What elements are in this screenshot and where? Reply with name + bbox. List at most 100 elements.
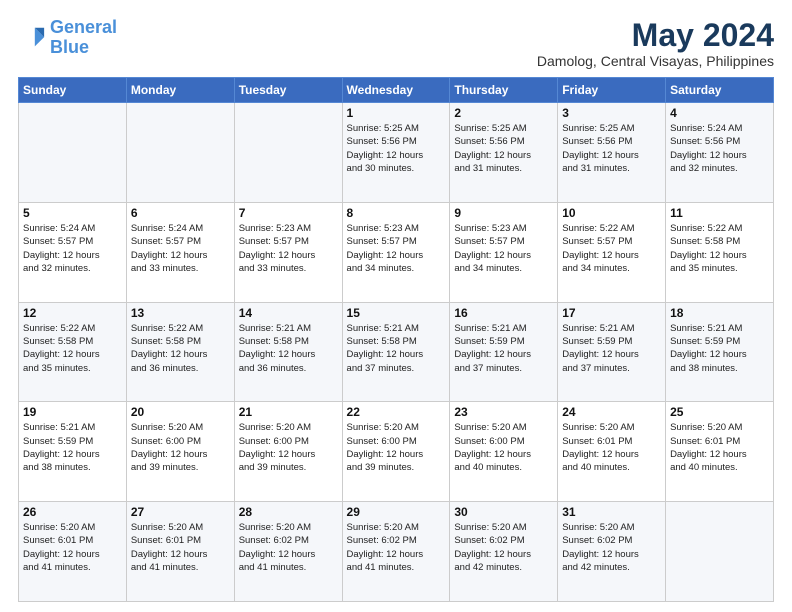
subtitle: Damolog, Central Visayas, Philippines <box>537 53 774 69</box>
calendar-cell: 15 Sunrise: 5:21 AMSunset: 5:58 PMDayligh… <box>342 302 450 402</box>
day-info: Sunrise: 5:20 AMSunset: 6:00 PMDaylight:… <box>347 421 446 474</box>
day-number: 22 <box>347 405 446 419</box>
calendar-week-row: 19 Sunrise: 5:21 AMSunset: 5:59 PMDayligh… <box>19 402 774 502</box>
day-number: 26 <box>23 505 122 519</box>
day-info: Sunrise: 5:23 AMSunset: 5:57 PMDaylight:… <box>347 222 446 275</box>
calendar-cell: 26 Sunrise: 5:20 AMSunset: 6:01 PMDayligh… <box>19 502 127 602</box>
day-number: 14 <box>239 306 338 320</box>
day-info: Sunrise: 5:25 AMSunset: 5:56 PMDaylight:… <box>562 122 661 175</box>
day-info: Sunrise: 5:20 AMSunset: 6:00 PMDaylight:… <box>454 421 553 474</box>
calendar-cell <box>126 103 234 203</box>
day-info: Sunrise: 5:23 AMSunset: 5:57 PMDaylight:… <box>454 222 553 275</box>
calendar-cell: 16Sunrise: 5:21 AMSunset: 5:59 PMDayligh… <box>450 302 558 402</box>
calendar-cell: 20Sunrise: 5:20 AMSunset: 6:00 PMDayligh… <box>126 402 234 502</box>
calendar-table: SundayMondayTuesdayWednesdayThursdayFrid… <box>18 77 774 602</box>
day-number: 28 <box>239 505 338 519</box>
calendar-cell: 29 Sunrise: 5:20 AMSunset: 6:02 PMDayligh… <box>342 502 450 602</box>
day-number: 5 <box>23 206 122 220</box>
day-number: 6 <box>131 206 230 220</box>
calendar-cell: 19 Sunrise: 5:21 AMSunset: 5:59 PMDayligh… <box>19 402 127 502</box>
calendar-week-row: 5 Sunrise: 5:24 AMSunset: 5:57 PMDaylight… <box>19 202 774 302</box>
logo: General Blue <box>18 18 117 58</box>
logo-line2: Blue <box>50 37 89 57</box>
day-info: Sunrise: 5:22 AMSunset: 5:57 PMDaylight:… <box>562 222 661 275</box>
day-info: Sunrise: 5:24 AMSunset: 5:57 PMDaylight:… <box>23 222 122 275</box>
day-info: Sunrise: 5:20 AMSunset: 6:02 PMDaylight:… <box>454 521 553 574</box>
day-number: 12 <box>23 306 122 320</box>
day-info: Sunrise: 5:21 AMSunset: 5:58 PMDaylight:… <box>347 322 446 375</box>
calendar-cell: 10Sunrise: 5:22 AMSunset: 5:57 PMDayligh… <box>558 202 666 302</box>
calendar-cell: 4 Sunrise: 5:24 AMSunset: 5:56 PMDaylight… <box>666 103 774 203</box>
calendar-cell <box>19 103 127 203</box>
day-number: 4 <box>670 106 769 120</box>
day-number: 21 <box>239 405 338 419</box>
calendar-cell: 3 Sunrise: 5:25 AMSunset: 5:56 PMDaylight… <box>558 103 666 203</box>
day-info: Sunrise: 5:24 AMSunset: 5:57 PMDaylight:… <box>131 222 230 275</box>
calendar-cell: 28Sunrise: 5:20 AMSunset: 6:02 PMDayligh… <box>234 502 342 602</box>
calendar-cell: 8 Sunrise: 5:23 AMSunset: 5:57 PMDaylight… <box>342 202 450 302</box>
header: General Blue May 2024 Damolog, Central V… <box>18 18 774 69</box>
day-info: Sunrise: 5:20 AMSunset: 6:02 PMDaylight:… <box>347 521 446 574</box>
day-number: 2 <box>454 106 553 120</box>
logo-text: General Blue <box>50 18 117 58</box>
logo-line1: General <box>50 17 117 37</box>
weekday-header-cell: Friday <box>558 78 666 103</box>
calendar-cell: 6 Sunrise: 5:24 AMSunset: 5:57 PMDaylight… <box>126 202 234 302</box>
calendar-cell <box>234 103 342 203</box>
calendar-cell: 1Sunrise: 5:25 AMSunset: 5:56 PMDaylight… <box>342 103 450 203</box>
day-number: 31 <box>562 505 661 519</box>
day-info: Sunrise: 5:21 AMSunset: 5:58 PMDaylight:… <box>239 322 338 375</box>
day-info: Sunrise: 5:25 AMSunset: 5:56 PMDaylight:… <box>454 122 553 175</box>
day-number: 3 <box>562 106 661 120</box>
day-number: 27 <box>131 505 230 519</box>
day-number: 9 <box>454 206 553 220</box>
calendar-cell: 31 Sunrise: 5:20 AMSunset: 6:02 PMDayligh… <box>558 502 666 602</box>
calendar-week-row: 26 Sunrise: 5:20 AMSunset: 6:01 PMDayligh… <box>19 502 774 602</box>
weekday-header-cell: Tuesday <box>234 78 342 103</box>
day-number: 8 <box>347 206 446 220</box>
calendar-cell: 17 Sunrise: 5:21 AMSunset: 5:59 PMDayligh… <box>558 302 666 402</box>
calendar-week-row: 12 Sunrise: 5:22 AMSunset: 5:58 PMDayligh… <box>19 302 774 402</box>
day-info: Sunrise: 5:20 AMSunset: 6:01 PMDaylight:… <box>131 521 230 574</box>
day-number: 15 <box>347 306 446 320</box>
calendar-cell <box>666 502 774 602</box>
calendar-cell: 21 Sunrise: 5:20 AMSunset: 6:00 PMDayligh… <box>234 402 342 502</box>
weekday-header-cell: Sunday <box>19 78 127 103</box>
day-number: 24 <box>562 405 661 419</box>
day-info: Sunrise: 5:22 AMSunset: 5:58 PMDaylight:… <box>670 222 769 275</box>
day-info: Sunrise: 5:24 AMSunset: 5:56 PMDaylight:… <box>670 122 769 175</box>
weekday-header-cell: Monday <box>126 78 234 103</box>
day-number: 29 <box>347 505 446 519</box>
day-info: Sunrise: 5:21 AMSunset: 5:59 PMDaylight:… <box>23 421 122 474</box>
day-info: Sunrise: 5:20 AMSunset: 6:00 PMDaylight:… <box>239 421 338 474</box>
calendar-cell: 14 Sunrise: 5:21 AMSunset: 5:58 PMDayligh… <box>234 302 342 402</box>
calendar-cell: 12 Sunrise: 5:22 AMSunset: 5:58 PMDayligh… <box>19 302 127 402</box>
day-info: Sunrise: 5:21 AMSunset: 5:59 PMDaylight:… <box>562 322 661 375</box>
day-info: Sunrise: 5:22 AMSunset: 5:58 PMDaylight:… <box>131 322 230 375</box>
calendar-cell: 7 Sunrise: 5:23 AMSunset: 5:57 PMDaylight… <box>234 202 342 302</box>
day-number: 30 <box>454 505 553 519</box>
calendar-week-row: 1Sunrise: 5:25 AMSunset: 5:56 PMDaylight… <box>19 103 774 203</box>
day-number: 20 <box>131 405 230 419</box>
calendar-cell: 24Sunrise: 5:20 AMSunset: 6:01 PMDayligh… <box>558 402 666 502</box>
day-number: 23 <box>454 405 553 419</box>
calendar-cell: 9 Sunrise: 5:23 AMSunset: 5:57 PMDaylight… <box>450 202 558 302</box>
calendar-cell: 5 Sunrise: 5:24 AMSunset: 5:57 PMDaylight… <box>19 202 127 302</box>
page: General Blue May 2024 Damolog, Central V… <box>0 0 792 612</box>
weekday-header-cell: Thursday <box>450 78 558 103</box>
day-number: 19 <box>23 405 122 419</box>
day-info: Sunrise: 5:21 AMSunset: 5:59 PMDaylight:… <box>670 322 769 375</box>
weekday-header-row: SundayMondayTuesdayWednesdayThursdayFrid… <box>19 78 774 103</box>
title-block: May 2024 Damolog, Central Visayas, Phili… <box>537 18 774 69</box>
day-info: Sunrise: 5:20 AMSunset: 6:02 PMDaylight:… <box>562 521 661 574</box>
day-number: 18 <box>670 306 769 320</box>
weekday-header-cell: Saturday <box>666 78 774 103</box>
day-info: Sunrise: 5:22 AMSunset: 5:58 PMDaylight:… <box>23 322 122 375</box>
day-info: Sunrise: 5:20 AMSunset: 6:01 PMDaylight:… <box>23 521 122 574</box>
weekday-header-cell: Wednesday <box>342 78 450 103</box>
day-number: 7 <box>239 206 338 220</box>
day-number: 13 <box>131 306 230 320</box>
day-number: 17 <box>562 306 661 320</box>
calendar-cell: 13 Sunrise: 5:22 AMSunset: 5:58 PMDayligh… <box>126 302 234 402</box>
day-info: Sunrise: 5:23 AMSunset: 5:57 PMDaylight:… <box>239 222 338 275</box>
